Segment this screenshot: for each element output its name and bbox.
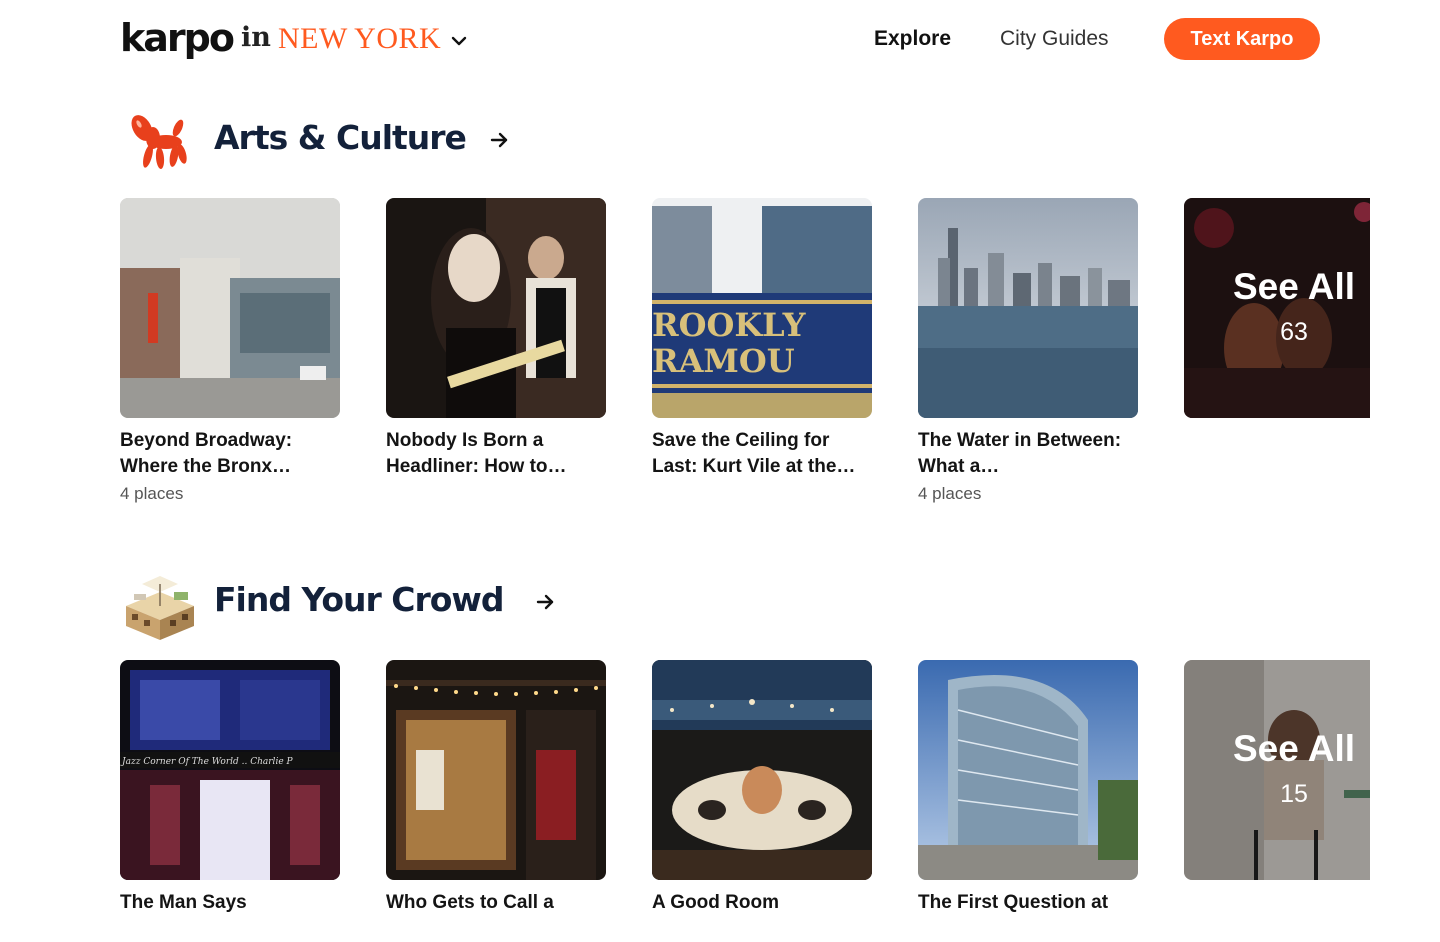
city-selector[interactable]: NEW YORK	[278, 22, 441, 56]
guide-card-title[interactable]: Beyond Broadway: Where the Bronx…	[120, 428, 340, 480]
guide-card-image[interactable]: ROOKLY RAMOU	[652, 198, 872, 418]
section-header-arts-culture[interactable]: Arts & Culture	[120, 100, 820, 180]
guide-card-count: 4 places	[120, 484, 184, 503]
see-all-background	[1184, 198, 1370, 418]
guide-card-image[interactable]: Jazz Corner Of The World .. Charlie P	[120, 660, 340, 880]
see-all-card[interactable]: See All 15	[1184, 660, 1370, 880]
rooftop-building-icon	[126, 576, 194, 640]
guide-card[interactable]: Beyond Broadway: Where the Bronx… 4 plac…	[120, 198, 340, 504]
section-header-find-your-crowd[interactable]: Find Your Crowd	[120, 562, 820, 642]
see-all-count: 15	[1280, 780, 1308, 808]
section-title[interactable]: Arts & Culture	[214, 118, 467, 157]
svg-text:Jazz Corner Of The World .. Ch: Jazz Corner Of The World .. Charlie P	[120, 757, 294, 767]
see-all-label[interactable]: See All	[1184, 728, 1370, 770]
site-header: karpo in NEW YORK Explore City Guides Te…	[0, 0, 1440, 80]
svg-text:ROOKLY: ROOKLY	[652, 306, 807, 344]
guide-card-image[interactable]	[386, 660, 606, 880]
city-in-label: in	[241, 22, 271, 53]
guide-card[interactable]: ROOKLY RAMOU Save the Ceiling for Last: …	[652, 198, 872, 484]
nav-explore-link[interactable]: Explore	[874, 27, 951, 51]
see-all-background	[1184, 660, 1370, 880]
see-all-card[interactable]: See All 63	[1184, 198, 1370, 418]
guide-card-title[interactable]: A Good Room	[652, 890, 872, 942]
arrow-right-icon[interactable]	[490, 132, 510, 148]
guide-card-image[interactable]	[120, 198, 340, 418]
chevron-down-icon[interactable]	[450, 34, 468, 48]
guide-card-count: 4 places	[918, 484, 982, 503]
guide-card-image[interactable]	[386, 198, 606, 418]
see-all-label[interactable]: See All	[1184, 266, 1370, 308]
guide-card-title[interactable]: The Man Says	[120, 890, 340, 942]
guide-card-title[interactable]: Who Gets to Call a	[386, 890, 606, 942]
guide-card-title[interactable]: Save the Ceiling for Last: Kurt Vile at …	[652, 428, 872, 480]
balloon-dog-icon	[131, 115, 187, 169]
guide-card-image[interactable]	[918, 198, 1138, 418]
karpo-logo[interactable]: karpo	[120, 16, 235, 60]
guide-card-title[interactable]: The Water in Between: What a…	[918, 428, 1138, 480]
guide-card[interactable]: The Water in Between: What a… 4 places	[918, 198, 1138, 504]
see-all-count: 63	[1280, 318, 1308, 346]
section-title[interactable]: Find Your Crowd	[214, 580, 505, 619]
text-karpo-button[interactable]: Text Karpo	[1164, 18, 1320, 60]
nav-city-guides-link[interactable]: City Guides	[1000, 27, 1109, 51]
guide-card-image[interactable]	[918, 660, 1138, 880]
guide-card[interactable]: Nobody Is Born a Headliner: How to…	[386, 198, 606, 484]
arrow-right-icon[interactable]	[536, 594, 556, 610]
guide-card-title[interactable]: The First Question at	[918, 890, 1138, 942]
guide-card-title[interactable]: Nobody Is Born a Headliner: How to…	[386, 428, 606, 480]
guide-card-image[interactable]	[652, 660, 872, 880]
svg-text:RAMOU: RAMOU	[652, 342, 795, 380]
